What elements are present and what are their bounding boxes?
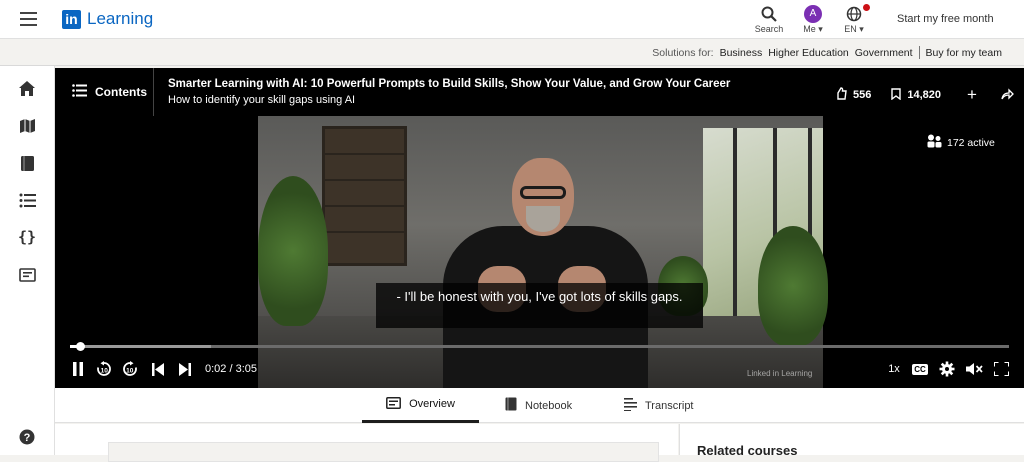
me-label: Me <box>803 24 816 34</box>
fullscreen-icon[interactable] <box>992 360 1010 378</box>
content-tabs: Overview Notebook Transcript <box>55 388 1024 423</box>
progress-bar[interactable] <box>70 342 1009 351</box>
language-button[interactable]: EN ▾ <box>842 3 871 35</box>
like-icon[interactable] <box>834 87 847 103</box>
course-stats: 556 14,820 + <box>834 85 1014 105</box>
language-label: EN <box>844 24 857 34</box>
likes-count: 556 <box>853 89 872 101</box>
overview-icon <box>386 396 402 412</box>
buy-for-team-link[interactable]: Buy for my team <box>926 47 1002 59</box>
active-viewers-count: 172 active <box>947 136 995 149</box>
bookmark-icon[interactable] <box>891 87 902 103</box>
contents-list-icon <box>72 84 87 100</box>
tab-overview-label: Overview <box>409 398 455 410</box>
video-caption: - I'll be honest with you, I've got lots… <box>376 283 703 328</box>
tab-notebook-label: Notebook <box>525 399 573 412</box>
cc-icon: CC <box>912 363 928 375</box>
volume-muted-icon[interactable] <box>965 360 983 378</box>
transcript-icon <box>624 397 637 414</box>
saves-count: 14,820 <box>907 89 942 101</box>
settings-gear-icon[interactable] <box>938 360 956 378</box>
tab-transcript-label: Transcript <box>645 399 694 412</box>
solutions-bar: Solutions for: Business Higher Education… <box>0 39 1024 66</box>
solutions-prefix: Solutions for: <box>652 46 714 59</box>
solutions-government-link[interactable]: Government <box>855 47 913 59</box>
add-icon[interactable]: + <box>967 85 977 105</box>
share-icon[interactable] <box>1001 87 1014 103</box>
map-icon[interactable] <box>18 117 36 135</box>
linkedin-learning-watermark: Linked in Learning <box>747 369 813 378</box>
people-icon <box>927 134 942 151</box>
svg-text:10: 10 <box>126 367 134 374</box>
tab-overview[interactable]: Overview <box>362 388 479 423</box>
start-free-month-link[interactable]: Start my free month <box>897 13 994 25</box>
active-viewers: 172 active <box>927 134 995 151</box>
solutions-business-link[interactable]: Business <box>720 47 763 59</box>
next-icon[interactable] <box>178 360 192 378</box>
globe-icon <box>842 3 871 24</box>
left-sidebar: {} ? <box>0 66 55 455</box>
home-icon[interactable] <box>18 79 36 97</box>
notification-dot <box>862 3 871 12</box>
search-label: Search <box>754 24 784 34</box>
rewind-10-icon[interactable]: 10 <box>95 360 113 378</box>
pause-icon[interactable] <box>70 360 86 378</box>
logo-mark: in <box>62 9 81 29</box>
related-courses-panel: Related courses <box>679 424 1024 458</box>
video-title-bar: Contents Smarter Learning with AI: 10 Po… <box>55 68 1024 116</box>
top-navigation-bar: in Learning Search A Me ▾ EN ▾ Start my … <box>0 0 1024 39</box>
code-icon[interactable]: {} <box>18 228 36 246</box>
forward-10-icon[interactable]: 10 <box>121 360 139 378</box>
svg-text:10: 10 <box>101 367 109 374</box>
help-icon[interactable]: ? <box>18 428 36 446</box>
solutions-higher-education-link[interactable]: Higher Education <box>768 47 849 59</box>
notebook-icon <box>505 397 517 414</box>
playback-speed-button[interactable]: 1x <box>887 360 901 378</box>
contents-button[interactable]: Contents <box>72 84 147 100</box>
avatar: A <box>804 5 822 23</box>
buffered-fill <box>70 345 211 348</box>
divider <box>153 68 154 116</box>
previous-icon[interactable] <box>151 360 165 378</box>
search-icon <box>754 4 784 24</box>
me-menu-button[interactable]: A Me ▾ <box>799 4 827 35</box>
logo-text: Learning <box>87 9 154 28</box>
related-courses-heading: Related courses <box>697 443 798 458</box>
search-button[interactable]: Search <box>754 4 784 34</box>
list-icon[interactable] <box>18 191 36 209</box>
course-title: Smarter Learning with AI: 10 Powerful Pr… <box>168 78 731 90</box>
linkedin-learning-logo[interactable]: in Learning <box>62 9 153 29</box>
player-controls: 10 10 0:02 / 3:05 1x CC <box>55 358 1024 380</box>
tab-transcript[interactable]: Transcript <box>624 388 694 423</box>
book-icon[interactable] <box>18 154 36 172</box>
closed-captions-button[interactable]: CC <box>911 360 929 378</box>
overview-card <box>108 442 659 462</box>
chevron-down-icon: ▾ <box>859 24 864 34</box>
tab-notebook[interactable]: Notebook <box>505 388 572 423</box>
lesson-title: How to identify your skill gaps using AI <box>168 94 356 106</box>
progress-handle[interactable] <box>76 342 86 351</box>
overview-panel <box>55 424 678 462</box>
contents-label: Contents <box>95 85 147 99</box>
video-player[interactable]: Contents Smarter Learning with AI: 10 Po… <box>55 68 1024 388</box>
chevron-down-icon: ▾ <box>818 24 823 34</box>
certificate-icon[interactable] <box>18 266 36 284</box>
menu-icon[interactable] <box>20 12 37 26</box>
time-display: 0:02 / 3:05 <box>205 363 257 375</box>
svg-text:?: ? <box>24 432 31 444</box>
divider <box>918 46 920 59</box>
